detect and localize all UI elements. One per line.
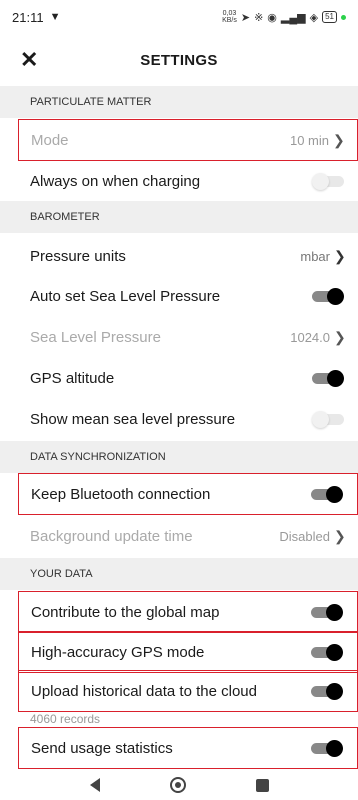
contribute-map-toggle[interactable] xyxy=(311,604,343,621)
auto-slp-row[interactable]: Auto set Sea Level Pressure xyxy=(18,275,358,317)
gps-altitude-label: GPS altitude xyxy=(30,369,115,387)
show-mslp-label: Show mean sea level pressure xyxy=(30,410,236,428)
contribute-map-row[interactable]: Contribute to the global map xyxy=(18,591,358,633)
section-header-barometer: BAROMETER xyxy=(0,201,358,233)
high-accuracy-gps-row[interactable]: High-accuracy GPS mode xyxy=(18,631,358,673)
app-bar: ✕ SETTINGS xyxy=(0,34,358,86)
chevron-right-icon: ❯ xyxy=(333,131,345,148)
chevron-right-icon: ❯ xyxy=(334,328,346,345)
usage-stats-row[interactable]: Send usage statistics xyxy=(18,727,358,769)
chevron-right-icon: ❯ xyxy=(334,247,346,264)
upload-history-toggle[interactable] xyxy=(311,683,343,700)
signal-icon: ▂▄▆ xyxy=(280,11,306,24)
slp-row[interactable]: Sea Level Pressure 1024.0 ❯ xyxy=(18,316,358,358)
always-on-row[interactable]: Always on when charging xyxy=(18,160,358,202)
upload-history-label: Upload historical data to the cloud xyxy=(31,682,257,700)
bluetooth-icon: ※ xyxy=(254,11,264,24)
status-icons: 0,03 KB/s ➤ ※ ◉ ▂▄▆ ◈ 51 xyxy=(222,10,346,24)
mode-value: 10 min xyxy=(289,132,329,148)
background-update-value: Disabled xyxy=(279,528,330,544)
status-time: 21:11 xyxy=(12,9,44,25)
background-update-label: Background update time xyxy=(30,527,193,545)
mode-label: Mode xyxy=(31,131,69,149)
shield-icon: ▼ xyxy=(49,11,61,23)
mode-row[interactable]: Mode 10 min ❯ xyxy=(18,119,358,161)
background-update-row[interactable]: Background update time Disabled ❯ xyxy=(18,515,358,557)
pressure-units-value: mbar xyxy=(300,248,330,264)
high-accuracy-gps-toggle[interactable] xyxy=(311,644,343,661)
close-icon[interactable]: ✕ xyxy=(20,48,44,72)
pressure-units-label: Pressure units xyxy=(30,247,126,265)
always-on-toggle[interactable] xyxy=(312,173,344,190)
slp-value: 1024.0 xyxy=(290,329,330,345)
upload-history-row[interactable]: Upload historical data to the cloud xyxy=(18,670,358,712)
section-header-your-data: YOUR DATA xyxy=(0,558,358,590)
back-icon[interactable] xyxy=(89,778,100,792)
always-on-label: Always on when charging xyxy=(30,172,201,190)
page-title: SETTINGS xyxy=(140,51,218,69)
auto-slp-toggle[interactable] xyxy=(312,288,344,305)
upload-history-subtext: 4060 records xyxy=(30,712,101,726)
section-header-particulate-matter: PARTICULATE MATTER xyxy=(0,86,358,118)
contribute-map-label: Contribute to the global map xyxy=(31,603,220,621)
auto-slp-label: Auto set Sea Level Pressure xyxy=(30,287,221,305)
wifi-icon: ◈ xyxy=(309,11,319,24)
status-bar: 21:11 ▼ 0,03 KB/s ➤ ※ ◉ ▂▄▆ ◈ 51 xyxy=(0,0,358,34)
privacy-dot-icon xyxy=(341,14,346,20)
net-speed: 0,03 KB/s xyxy=(222,10,237,24)
chevron-right-icon: ❯ xyxy=(334,527,346,544)
section-header-data-sync: DATA SYNCHRONIZATION xyxy=(0,441,358,473)
keep-bluetooth-row[interactable]: Keep Bluetooth connection xyxy=(18,473,358,515)
location-icon: ➤ xyxy=(240,11,251,24)
gps-altitude-row[interactable]: GPS altitude xyxy=(18,357,358,399)
recents-icon[interactable] xyxy=(255,778,269,792)
show-mslp-row[interactable]: Show mean sea level pressure xyxy=(18,398,358,440)
battery-icon: 51 xyxy=(322,11,337,23)
home-icon[interactable] xyxy=(169,777,186,793)
keep-bluetooth-toggle[interactable] xyxy=(311,486,343,503)
pressure-units-row[interactable]: Pressure units mbar ❯ xyxy=(18,235,358,277)
navigation-bar xyxy=(0,770,358,800)
slp-label: Sea Level Pressure xyxy=(30,328,161,346)
usage-stats-label: Send usage statistics xyxy=(31,739,173,757)
keep-bluetooth-label: Keep Bluetooth connection xyxy=(31,485,211,503)
show-mslp-toggle[interactable] xyxy=(312,411,344,428)
high-accuracy-gps-label: High-accuracy GPS mode xyxy=(31,643,205,661)
vibrate-icon: ◉ xyxy=(267,11,277,24)
usage-stats-toggle[interactable] xyxy=(311,740,343,757)
gps-altitude-toggle[interactable] xyxy=(312,370,344,387)
